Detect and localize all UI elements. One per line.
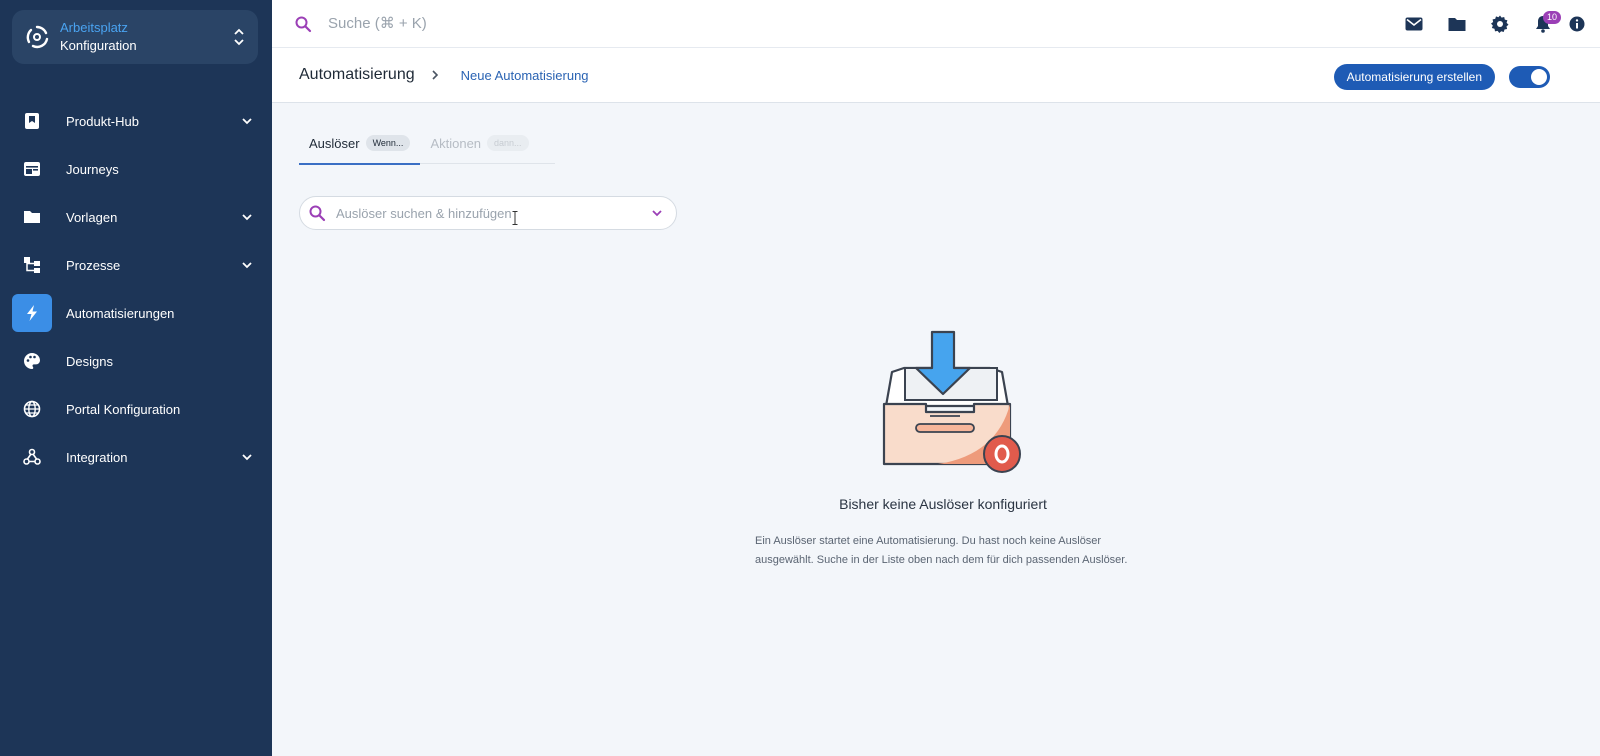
gear-icon xyxy=(1490,15,1508,33)
folder-icon xyxy=(1448,18,1465,31)
sidebar-item-label: Prozesse xyxy=(66,257,121,273)
mail-icon xyxy=(1405,17,1422,31)
page-header: Automatisierung Neue Automatisierung Aut… xyxy=(272,48,1600,103)
sidebar-item-integration[interactable]: Integration xyxy=(0,433,272,481)
top-bar: 10 xyxy=(272,0,1600,48)
lightning-icon xyxy=(22,303,42,323)
settings-button[interactable] xyxy=(1478,0,1521,48)
sidebar-item-label: Portal Konfiguration xyxy=(66,401,181,417)
chevron-down-icon[interactable] xyxy=(650,206,664,220)
chevron-down-icon xyxy=(242,454,252,461)
sidebar-item-automatisierungen[interactable]: Automatisierungen xyxy=(0,289,272,337)
trigger-search-field[interactable] xyxy=(299,196,677,230)
global-search-input[interactable] xyxy=(328,15,728,32)
tab-label: Auslöser xyxy=(309,135,360,151)
trigger-search-input[interactable] xyxy=(336,205,650,221)
sidebar-item-label: Vorlagen xyxy=(66,209,118,225)
page-title[interactable]: Automatisierung xyxy=(299,66,415,84)
chevron-right-icon xyxy=(432,70,438,80)
process-icon xyxy=(22,255,42,275)
palette-icon xyxy=(22,351,42,371)
product-hub-icon xyxy=(22,111,42,131)
folder-icon xyxy=(22,207,42,227)
sidebar-item-prozesse[interactable]: Prozesse xyxy=(0,241,272,289)
top-bar-actions: 10 xyxy=(1392,0,1590,48)
tab-ausloeser[interactable]: Auslöser Wenn... xyxy=(299,122,421,165)
sidebar-item-designs[interactable]: Designs xyxy=(0,337,272,385)
create-automation-button[interactable]: Automatisierung erstellen xyxy=(1333,64,1495,90)
mail-button[interactable] xyxy=(1392,0,1435,48)
notifications-button[interactable]: 10 xyxy=(1521,0,1564,48)
chevron-down-icon xyxy=(242,262,252,269)
chevron-down-icon xyxy=(242,118,252,125)
tab-aktionen[interactable]: Aktionen dann... xyxy=(420,122,538,164)
notification-count-badge: 10 xyxy=(1543,11,1562,24)
search-icon xyxy=(295,16,312,32)
empty-state-title: Bisher keine Auslöser konfiguriert xyxy=(839,496,1047,512)
chevron-down-icon xyxy=(242,214,252,221)
workspace-logo-icon xyxy=(26,25,49,49)
sidebar: Arbeitsplatz Konfiguration Produkt-Hub J… xyxy=(0,0,272,756)
sidebar-item-journeys[interactable]: Journeys xyxy=(0,145,272,193)
workspace-expand-icon xyxy=(232,28,246,46)
tab-chip: dann... xyxy=(487,135,529,151)
workspace-text: Arbeitsplatz Konfiguration xyxy=(60,19,232,55)
workspace-section: Konfiguration xyxy=(60,38,137,53)
sidebar-item-label: Produkt-Hub xyxy=(66,113,139,129)
info-icon xyxy=(1569,16,1585,32)
step-tabs: Auslöser Wenn... Aktionen dann... xyxy=(299,122,555,165)
webhook-icon xyxy=(22,447,42,467)
workspace-switcher[interactable]: Arbeitsplatz Konfiguration xyxy=(12,10,258,64)
sidebar-item-label: Designs xyxy=(66,353,113,369)
empty-state-description: Ein Auslöser startet eine Automatisierun… xyxy=(755,535,1128,566)
info-button[interactable] xyxy=(1564,0,1590,48)
sidebar-item-produkt-hub[interactable]: Produkt-Hub xyxy=(0,97,272,145)
empty-inbox-illustration xyxy=(882,330,1021,473)
sidebar-item-portal-konfiguration[interactable]: Portal Konfiguration xyxy=(0,385,272,433)
automation-active-toggle[interactable] xyxy=(1509,66,1550,88)
search-icon xyxy=(309,205,326,222)
sidebar-nav: Produkt-Hub Journeys Vorlagen Prozesse A… xyxy=(0,97,272,481)
toggle-knob xyxy=(1531,69,1547,85)
sidebar-item-label: Automatisierungen xyxy=(66,305,175,321)
text-cursor-icon xyxy=(512,211,518,225)
breadcrumb-current: Neue Automatisierung xyxy=(460,67,589,83)
sidebar-item-label: Journeys xyxy=(66,161,119,177)
tab-chip: Wenn... xyxy=(365,135,411,151)
sidebar-item-label: Integration xyxy=(66,449,128,465)
workspace-name: Arbeitsplatz xyxy=(60,20,128,35)
journeys-icon xyxy=(22,159,42,179)
tab-label: Aktionen xyxy=(430,135,482,151)
globe-icon xyxy=(22,399,42,419)
sidebar-item-vorlagen[interactable]: Vorlagen xyxy=(0,193,272,241)
files-button[interactable] xyxy=(1435,0,1478,48)
